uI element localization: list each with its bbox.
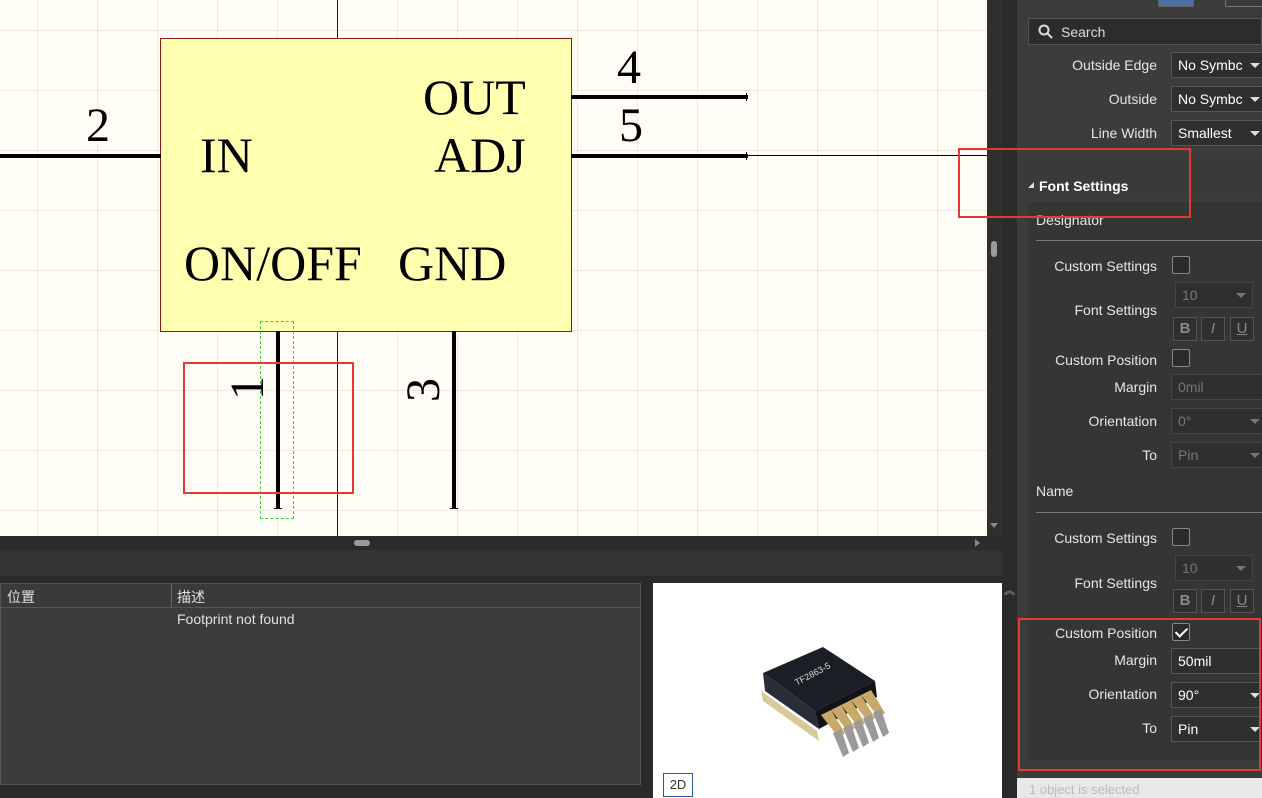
pin-4-name: OUT — [423, 69, 526, 125]
pin-2-number: 2 — [86, 99, 110, 152]
designator-font-size-dropdown[interactable]: 10 — [1175, 282, 1253, 308]
designator-bold-button[interactable]: B — [1173, 317, 1197, 341]
pin-4-line[interactable] — [571, 95, 748, 99]
designator-orientation-dropdown[interactable]: 0° — [1171, 408, 1262, 434]
name-font-size-dropdown[interactable]: 10 — [1175, 555, 1253, 581]
search-icon — [1038, 24, 1053, 39]
designator-underline-button[interactable]: U — [1230, 317, 1254, 341]
pin-end-mark — [746, 93, 747, 101]
name-bold-button[interactable]: B — [1173, 589, 1197, 613]
messages-panel: 位置 描述 Footprint not found — [0, 583, 641, 785]
pin-end-mark — [450, 508, 458, 509]
wire-line — [748, 155, 987, 156]
name-font-size-value: 10 — [1182, 560, 1198, 576]
divider — [1036, 512, 1262, 513]
name-custom-settings-checkbox[interactable] — [1172, 528, 1190, 546]
column-separator[interactable] — [171, 584, 172, 607]
highlight-box — [1018, 618, 1261, 771]
name-custom-settings-label: Custom Settings — [1054, 530, 1157, 546]
pin-5-name: ADJ — [434, 127, 526, 183]
designator-orientation-value: 0° — [1178, 413, 1192, 429]
designator-orientation-label: Orientation — [1088, 413, 1157, 429]
horizontal-scroll-thumb[interactable] — [354, 540, 370, 546]
pin-2-line[interactable] — [0, 154, 161, 158]
outside-edge-value: No Symbc — [1178, 57, 1243, 73]
designator-to-value: Pin — [1178, 447, 1199, 463]
top-tab-button[interactable] — [1158, 0, 1194, 7]
designator-margin-value: 0mil — [1178, 379, 1204, 395]
messages-header: 位置 描述 — [1, 584, 640, 608]
line-width-value: Smallest — [1178, 125, 1232, 141]
name-title: Name — [1036, 483, 1074, 499]
row-description: Footprint not found — [177, 611, 295, 627]
designator-custom-settings-checkbox[interactable] — [1172, 256, 1190, 274]
scroll-down-icon[interactable] — [990, 523, 998, 528]
view-2d-button[interactable]: 2D — [663, 773, 693, 797]
chevron-down-icon — [1250, 419, 1260, 424]
line-width-dropdown[interactable]: Smallest — [1171, 120, 1262, 146]
chip-3d-icon — [761, 647, 889, 757]
scroll-right-icon[interactable] — [975, 539, 980, 547]
designator-font-size-value: 10 — [1182, 287, 1198, 303]
designator-italic-button[interactable]: I — [1201, 317, 1225, 341]
pin-4-number: 4 — [617, 41, 641, 94]
pin-3-line[interactable] — [452, 331, 456, 509]
chevron-down-icon — [1250, 97, 1260, 102]
search-placeholder: Search — [1061, 24, 1106, 40]
chevron-down-icon — [1250, 131, 1260, 136]
highlight-box — [183, 362, 354, 494]
name-underline-button[interactable]: U — [1230, 589, 1254, 613]
name-italic-button[interactable]: I — [1201, 589, 1225, 613]
pin-2-name: IN — [200, 127, 253, 183]
selection-status: 1 object is selected — [1029, 782, 1140, 797]
top-tab-button-2[interactable] — [1225, 0, 1262, 7]
designator-custom-position-label: Custom Position — [1055, 352, 1157, 368]
divider — [1036, 240, 1262, 241]
pin-3-number: 3 — [397, 378, 450, 402]
schematic-canvas[interactable]: 2 4 5 1 3 IN OUT ADJ ON/OFF GND — [0, 0, 987, 536]
designator-custom-settings-label: Custom Settings — [1054, 258, 1157, 274]
search-input[interactable]: Search — [1028, 18, 1262, 45]
footprint-3d-preview[interactable]: TF2863-5 2D — [653, 583, 1002, 798]
panel-divider — [0, 550, 1002, 576]
outside-edge-dropdown[interactable]: No Symbc — [1171, 52, 1262, 78]
outside-value: No Symbc — [1178, 91, 1243, 107]
chevron-down-icon — [1250, 63, 1260, 68]
panel-gutter: ︽ — [1002, 0, 1017, 798]
designator-font-settings-label: Font Settings — [1074, 302, 1158, 318]
pin-end-mark — [746, 152, 747, 160]
horizontal-scrollbar[interactable] — [0, 536, 1002, 550]
pin-5-number: 5 — [619, 99, 643, 152]
outside-dropdown[interactable]: No Symbc — [1171, 86, 1262, 112]
outside-edge-label: Outside Edge — [1072, 57, 1157, 73]
pin-1-name: ON/OFF — [184, 235, 362, 291]
designator-to-label: To — [1142, 447, 1157, 463]
name-font-settings-label: Font Settings — [1074, 575, 1158, 591]
designator-margin-label: Margin — [1114, 379, 1157, 395]
table-row[interactable]: Footprint not found — [1, 608, 640, 630]
chevron-down-icon — [1236, 566, 1246, 571]
highlight-box — [958, 148, 1191, 218]
status-bar: 1 object is selected — [1017, 778, 1262, 798]
designator-custom-position-checkbox[interactable] — [1172, 349, 1190, 367]
column-description[interactable]: 描述 — [177, 587, 205, 607]
pin-5-line[interactable] — [571, 154, 748, 158]
column-location[interactable]: 位置 — [7, 587, 35, 607]
pin-3-name: GND — [398, 235, 507, 291]
line-width-label: Line Width — [1090, 125, 1157, 141]
chevron-down-icon — [1250, 453, 1260, 458]
designator-to-dropdown[interactable]: Pin — [1171, 442, 1262, 468]
vertical-scroll-thumb[interactable] — [991, 241, 997, 257]
chevron-down-icon — [1236, 293, 1246, 298]
outside-label: Outside — [1108, 91, 1157, 107]
designator-margin-input[interactable]: 0mil — [1171, 374, 1262, 400]
